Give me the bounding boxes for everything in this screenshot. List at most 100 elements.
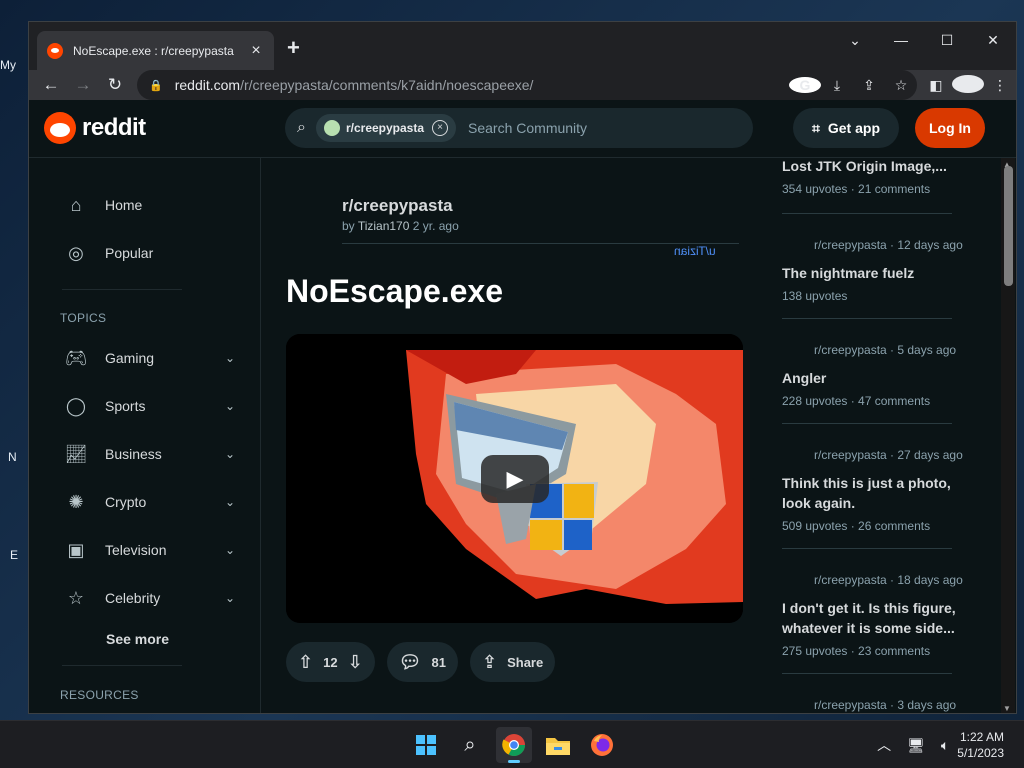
chevron-down-icon[interactable]: ⌄ — [225, 591, 235, 605]
sidebar-item-television[interactable]: ▣ Television ⌄ — [65, 538, 235, 562]
related-post-stats: 275 upvotes · 23 comments — [782, 644, 931, 658]
related-post-meta-text: r/creepypasta · 12 days ago — [814, 238, 963, 252]
upvote-icon[interactable]: ⇧ — [298, 652, 313, 673]
toolbar-right: ◧ ⋮ — [920, 70, 1016, 100]
community-chip[interactable]: r/creepypasta × — [315, 114, 457, 142]
side-panel-icon[interactable]: ◧ — [920, 77, 952, 94]
related-post[interactable]: r/creepypasta · 18 days ago I don't get … — [782, 572, 982, 658]
search-input[interactable]: Search Community — [468, 120, 587, 136]
share-icon: ⇪ — [481, 651, 498, 672]
forward-button[interactable]: → — [67, 75, 99, 95]
search-bar[interactable]: ⌕ r/creepypasta × Search Community — [285, 108, 753, 148]
new-tab-button[interactable]: + — [287, 35, 300, 61]
search-taskbar-button[interactable]: ⌕ — [452, 727, 488, 763]
comment-icon: 💬︎ — [398, 651, 422, 672]
chevron-down-icon[interactable]: ⌄ — [225, 351, 235, 365]
community-chip-label: r/creepypasta — [345, 121, 425, 135]
tab-search-button[interactable]: ⌄ — [832, 26, 878, 54]
related-post[interactable]: r/creepypasta · 5 days ago Angler 228 up… — [782, 342, 982, 408]
post-actions: ⇧ 12 ⇩ 💬︎ 81 ⇪ Share — [286, 642, 556, 682]
install-app-icon[interactable]: ⤓ — [821, 77, 853, 94]
topics-heading: TOPICS — [60, 311, 107, 325]
profile-icon[interactable] — [952, 74, 984, 96]
browser-tab[interactable]: NoEscape.exe : r/creepypasta × — [37, 31, 274, 70]
firefox-taskbar-button[interactable] — [584, 727, 620, 763]
sidebar-item-crypto[interactable]: ✺ Crypto ⌄ — [65, 490, 235, 514]
sidebar-item-sports[interactable]: ◯ Sports ⌄ — [65, 394, 235, 418]
user-flair: u/Tizian — [674, 244, 716, 258]
share-page-icon[interactable]: ⇪ — [853, 77, 885, 94]
desktop-icon-label[interactable]: N — [8, 450, 17, 464]
back-button[interactable]: ← — [35, 75, 67, 95]
comments-button[interactable]: 💬︎ 81 — [386, 642, 458, 682]
clock[interactable]: 1:22 AM 5/1/2023 — [957, 729, 1004, 761]
address-bar[interactable]: 🔒 reddit.com /r/creepypasta/comments/k7a… — [137, 70, 917, 100]
google-lens-icon[interactable]: G — [789, 77, 821, 93]
see-more-button[interactable]: See more — [106, 631, 169, 647]
related-post-meta-text: r/creepypasta · 3 days ago — [814, 698, 957, 712]
desktop-icon-label[interactable]: E — [10, 548, 18, 562]
close-window-button[interactable]: ✕ — [970, 26, 1016, 54]
play-icon[interactable]: ▶ — [481, 455, 549, 503]
file-explorer-taskbar-button[interactable] — [540, 727, 576, 763]
chevron-down-icon[interactable]: ⌄ — [225, 399, 235, 413]
author-link[interactable]: Tizian170 — [358, 219, 410, 233]
related-post-meta-text: r/creepypasta · 5 days ago — [814, 343, 957, 357]
network-icon[interactable]: 🖥︎ — [907, 737, 925, 754]
related-posts-rail: Lost JTK Origin Image,... 354 upvotes · … — [782, 158, 992, 713]
clock-date: 5/1/2023 — [957, 746, 1004, 760]
sidebar-item-business[interactable]: 📈︎ Business ⌄ — [65, 442, 235, 466]
bookmark-star-icon[interactable]: ☆ — [885, 77, 917, 94]
lock-icon[interactable]: 🔒 — [149, 79, 163, 92]
login-button[interactable]: Log In — [915, 108, 985, 148]
page-scrollbar[interactable]: ▲ ▼ — [1001, 158, 1015, 713]
vote-control: ⇧ 12 ⇩ — [286, 642, 375, 682]
chrome-taskbar-button[interactable] — [496, 727, 532, 763]
related-post[interactable]: r/creepypasta · 27 days ago Think this i… — [782, 447, 982, 533]
sidebar-item-gaming[interactable]: 🎮︎ Gaming ⌄ — [65, 346, 235, 370]
sidebar-item-label: Home — [105, 197, 143, 213]
chevron-up-icon[interactable]: ︿ — [877, 735, 891, 755]
tv-icon: ▣ — [67, 539, 85, 560]
desktop-icon-label[interactable]: My — [0, 58, 16, 72]
menu-kebab-icon[interactable]: ⋮ — [984, 77, 1016, 94]
chrome-icon — [502, 734, 525, 756]
related-post[interactable]: r/creepypasta · 12 days ago The nightmar… — [782, 237, 982, 303]
scroll-thumb[interactable] — [1004, 166, 1013, 286]
scroll-down-icon[interactable]: ▼ — [1003, 704, 1011, 713]
sidebar-item-home[interactable]: ⌂ Home — [65, 193, 235, 217]
get-app-button[interactable]: ⌗ Get app — [793, 108, 899, 148]
reddit-logo[interactable]: reddit — [44, 112, 146, 144]
sidebar-item-label: Business — [105, 446, 162, 462]
clear-community-icon[interactable]: × — [432, 120, 449, 136]
chevron-down-icon[interactable]: ⌄ — [225, 543, 235, 557]
minimize-button[interactable]: — — [878, 26, 924, 54]
address-bar-actions: G ⤓ ⇪ ☆ — [789, 70, 917, 100]
browser-toolbar: ← → ↻ 🔒 reddit.com /r/creepypasta/commen… — [29, 70, 1016, 100]
sidebar-item-celebrity[interactable]: ☆ Celebrity ⌄ — [65, 586, 235, 610]
sidebar-item-popular[interactable]: ◎ Popular — [65, 241, 235, 265]
subreddit-link[interactable]: r/creepypasta — [342, 196, 453, 216]
chevron-down-icon[interactable]: ⌄ — [225, 447, 235, 461]
divider — [782, 673, 952, 674]
related-post-title: The nightmare fuelz — [782, 265, 915, 281]
post-byline: by Tizian170 2 yr. ago — [342, 219, 459, 233]
related-post[interactable]: r/creepypasta · 3 days ago — [782, 697, 982, 713]
related-post[interactable]: Lost JTK Origin Image,... 354 upvotes · … — [782, 158, 982, 196]
reload-button[interactable]: ↻ — [99, 75, 131, 95]
window-controls: ⌄ — ☐ ✕ — [832, 26, 1016, 54]
video-player[interactable]: ▶ — [286, 334, 743, 623]
sidebar-divider — [62, 665, 182, 666]
start-button[interactable] — [408, 727, 444, 763]
resources-heading: RESOURCES — [60, 688, 139, 702]
system-tray: ︿ 🖥︎ 🔈︎ 1:22 AM 5/1/2023 — [869, 721, 1024, 768]
downvote-icon[interactable]: ⇩ — [348, 652, 363, 673]
volume-icon[interactable]: 🔈︎ — [941, 737, 949, 754]
share-button[interactable]: ⇪ Share — [469, 642, 556, 682]
maximize-button[interactable]: ☐ — [924, 26, 970, 54]
divider — [782, 213, 952, 214]
get-app-label: Get app — [827, 120, 880, 136]
tab-close-icon[interactable]: × — [248, 42, 264, 60]
vote-count: 12 — [323, 654, 338, 670]
chevron-down-icon[interactable]: ⌄ — [225, 495, 235, 509]
